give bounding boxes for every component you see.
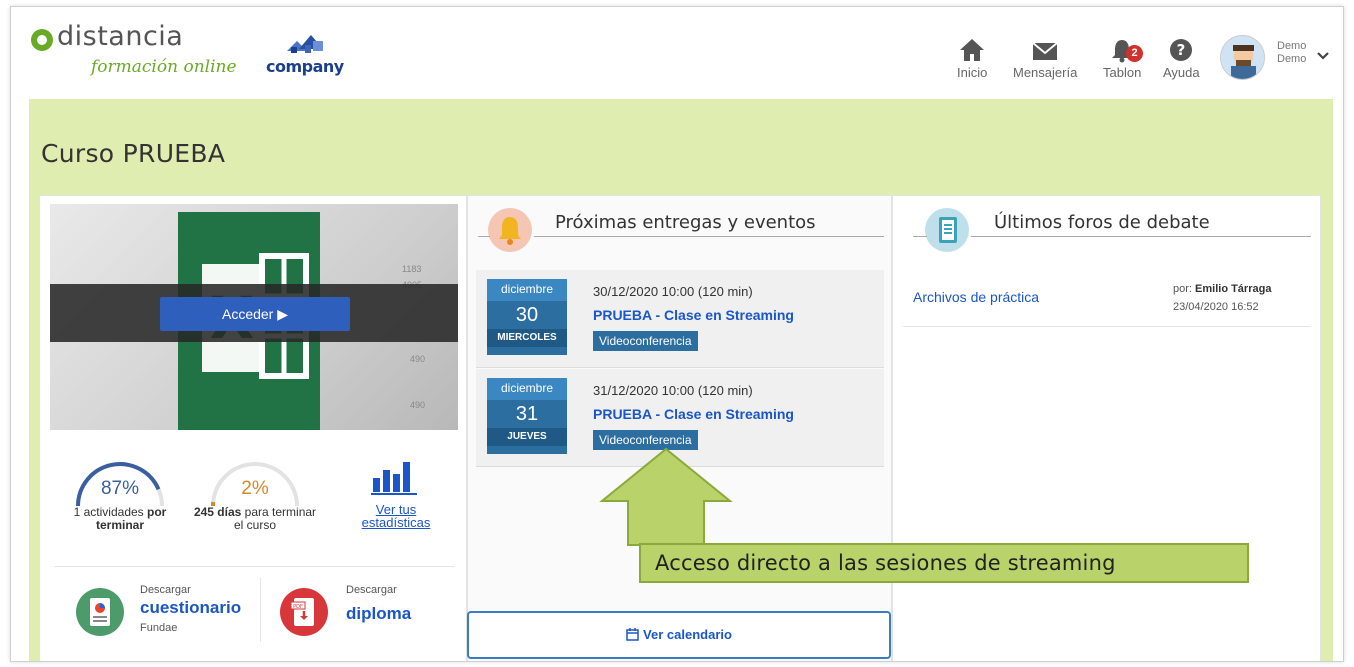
logo-mark-icon[interactable] — [31, 29, 53, 51]
forum-date: 23/04/2020 16:52 — [1173, 301, 1259, 313]
user-name[interactable]: Demo Demo — [1277, 40, 1306, 66]
event-date-box: diciembre 30 MIERCOLES — [487, 279, 567, 355]
nav-label-mensajeria: Mensajería — [1013, 65, 1078, 80]
activities-stat: 87% 1 actividades por terminar — [60, 460, 180, 532]
questionnaire-icon[interactable] — [76, 588, 124, 636]
nav-mensajeria[interactable]: Mensajería — [1013, 37, 1077, 80]
events-header-icon — [488, 208, 532, 252]
forums-panel: Últimos foros de debate — [892, 195, 1321, 661]
event-month: diciembre — [487, 378, 567, 400]
activities-count: 1 actividades — [73, 505, 144, 519]
header-rule — [478, 236, 490, 237]
event-datetime: 30/12/2020 10:00 (120 min) — [593, 284, 753, 299]
days-caption: 245 días para terminar el curso — [190, 506, 320, 532]
event-type-badge: Videoconferencia — [593, 331, 698, 351]
event-weekday: JUEVES — [487, 428, 567, 446]
avatar[interactable] — [1220, 35, 1265, 80]
activities-caption: 1 actividades por terminar — [60, 506, 180, 532]
course-image[interactable]: 1183 4905 490 490 X Acceder ▶ — [50, 204, 458, 430]
calendar-icon — [626, 628, 639, 641]
bar-chart-icon — [371, 462, 417, 495]
company-logo-text: company — [266, 57, 344, 76]
forums-title: Últimos foros de debate — [994, 212, 1210, 233]
company-logo-icon — [287, 35, 323, 53]
event-title-link[interactable]: PRUEBA - Clase en Streaming — [593, 406, 794, 422]
access-course-button[interactable]: Acceder ▶ — [160, 297, 350, 331]
event-item[interactable]: diciembre 30 MIERCOLES 30/12/2020 10:00 … — [476, 270, 884, 368]
download-questionnaire-label: Descargar — [140, 584, 191, 596]
download-diploma-link[interactable]: diploma — [346, 604, 411, 624]
events-title: Próximas entregas y eventos — [555, 212, 816, 233]
days-rest-text: para terminar el curso — [233, 505, 317, 532]
download-questionnaire-link[interactable]: cuestionario — [140, 598, 241, 618]
view-calendar-button[interactable]: Ver calendario — [467, 611, 891, 659]
callout-arrow-icon — [599, 447, 733, 546]
decorative-number: 490 — [410, 400, 426, 410]
forum-author: por: Emilio Tárraga — [1173, 283, 1271, 295]
stats-link[interactable]: Ver tus estadísticas — [346, 503, 446, 529]
pdf-doc-icon: PDF — [290, 598, 314, 626]
chevron-down-icon[interactable] — [1316, 51, 1330, 61]
forum-by-label: por: — [1173, 283, 1192, 295]
download-questionnaire-sub: Fundae — [140, 622, 178, 634]
nav-label-inicio: Inicio — [957, 65, 988, 80]
event-weekday: MIERCOLES — [487, 329, 567, 347]
days-percent: 2% — [241, 478, 269, 499]
days-stat: 2% 245 días para terminar el curso — [190, 460, 320, 532]
browser-frame: distancia formación online company Inici… — [10, 6, 1344, 662]
home-icon — [960, 39, 985, 61]
clipboard-icon — [939, 217, 957, 243]
svg-text:?: ? — [1177, 41, 1186, 59]
help-icon: ? — [1170, 39, 1193, 61]
svg-text:PDF: PDF — [293, 604, 303, 610]
divider — [903, 326, 1311, 327]
logo-text[interactable]: distancia — [57, 21, 183, 52]
bell-icon — [499, 217, 521, 245]
header-rule — [534, 236, 884, 237]
forum-author-name: Emilio Tárraga — [1195, 283, 1272, 295]
user-avatar-icon — [1221, 36, 1264, 79]
divider — [54, 566, 454, 567]
days-remaining: 245 días — [193, 505, 242, 519]
course-panel: 1183 4905 490 490 X Acceder ▶ — [39, 195, 467, 661]
envelope-icon — [1032, 42, 1058, 60]
page-title: Curso PRUEBA — [41, 139, 226, 168]
user-last-name: Demo — [1277, 53, 1307, 65]
divider — [260, 578, 261, 642]
nav-ayuda[interactable]: ? Ayuda — [1163, 37, 1200, 80]
days-gauge: 2% — [190, 460, 320, 507]
event-date-box: diciembre 31 JUEVES — [487, 378, 567, 454]
nav-label-ayuda: Ayuda — [1163, 65, 1200, 80]
events-panel: Próximas entregas y eventos diciembre 30… — [467, 195, 892, 661]
activities-gauge: 87% — [60, 460, 180, 507]
logo-subtitle: formación online — [91, 57, 237, 77]
pdf-icon[interactable]: PDF — [280, 588, 328, 636]
header-rule — [913, 236, 927, 237]
download-diploma-label: Descargar — [346, 584, 397, 596]
decorative-number: 490 — [410, 354, 426, 364]
streaming-callout: Acceso directo a las sesiones de streami… — [639, 543, 1249, 583]
notification-badge: 2 — [1126, 45, 1143, 62]
site-header: distancia formación online company Inici… — [11, 7, 1343, 99]
event-day: 31 — [515, 403, 539, 425]
questionnaire-doc-icon — [90, 598, 110, 626]
header-rule — [971, 236, 1311, 237]
user-first-name: Demo — [1277, 40, 1307, 52]
view-calendar-label: Ver calendario — [643, 627, 732, 642]
stats-link-block[interactable]: Ver tus estadísticas — [346, 456, 446, 529]
nav-label-tablon: Tablon — [1103, 65, 1142, 80]
event-datetime: 31/12/2020 10:00 (120 min) — [593, 383, 753, 398]
event-title-link[interactable]: PRUEBA - Clase en Streaming — [593, 307, 794, 323]
decorative-number: 1183 — [402, 264, 422, 274]
forums-header-icon — [925, 208, 969, 252]
event-month: diciembre — [487, 279, 567, 301]
forum-topic-link[interactable]: Archivos de práctica — [913, 289, 1039, 305]
activities-percent: 87% — [100, 478, 140, 499]
event-day: 30 — [515, 304, 539, 326]
nav-inicio[interactable]: Inicio — [957, 37, 987, 80]
